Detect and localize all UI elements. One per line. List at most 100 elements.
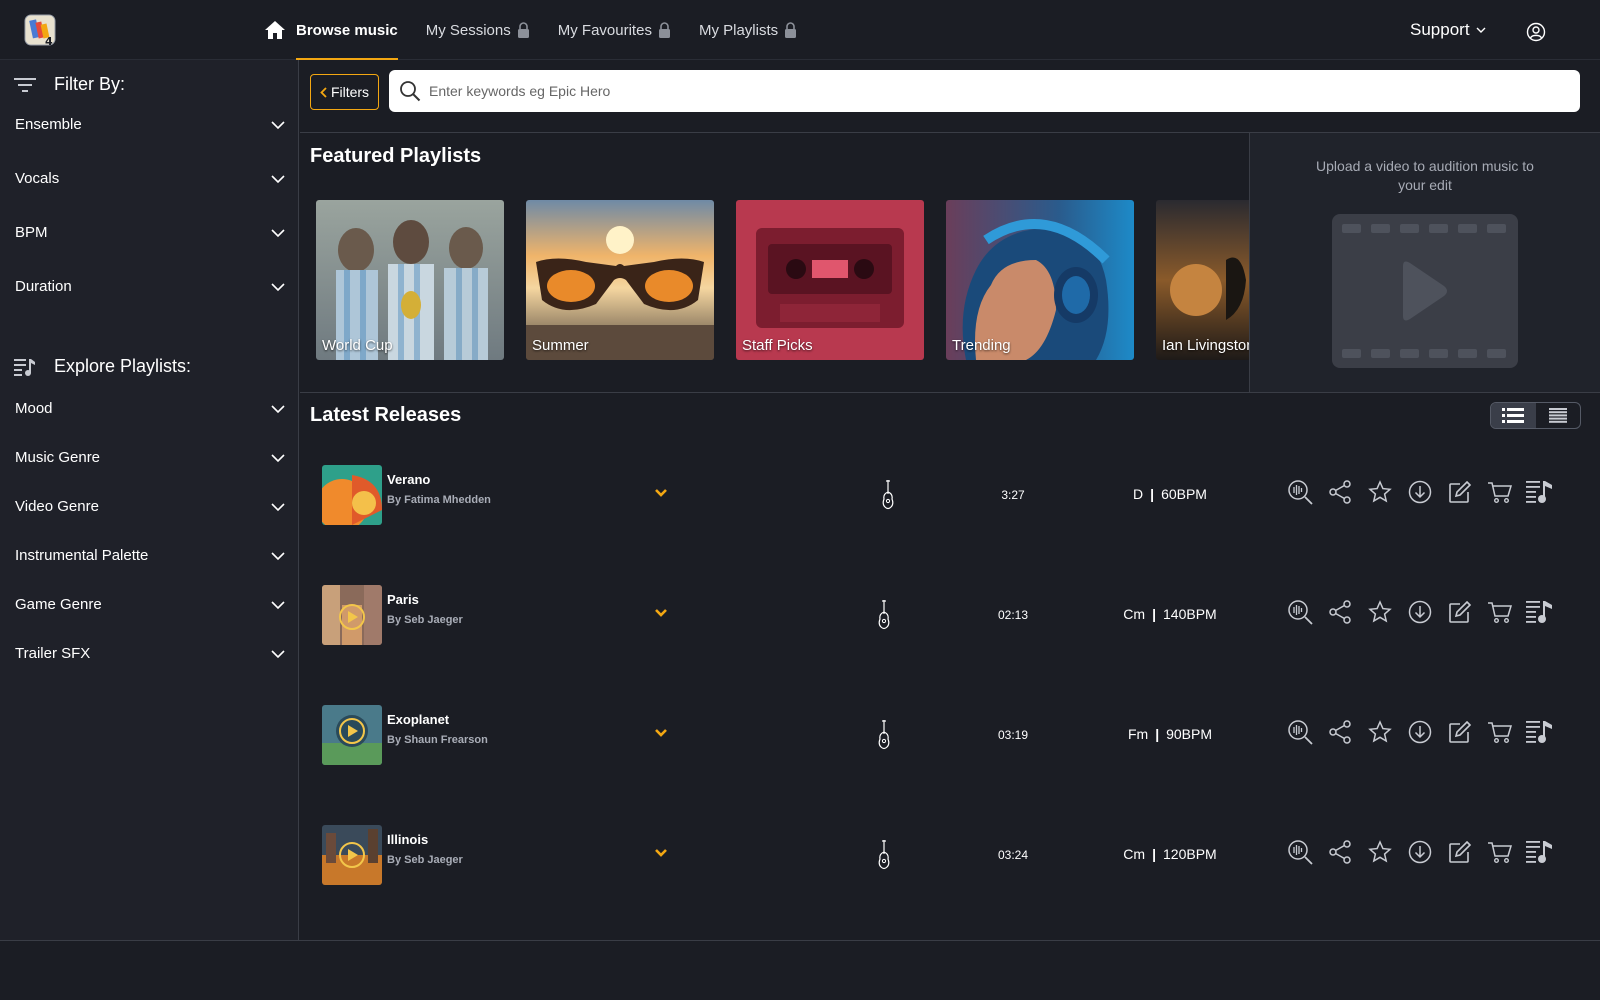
track-key: Fm xyxy=(1127,726,1149,742)
cart-button[interactable] xyxy=(1486,718,1514,746)
track-artwork[interactable] xyxy=(322,585,382,645)
track-artist[interactable]: By Shaun Frearson xyxy=(387,734,488,746)
track-title[interactable]: Verano xyxy=(387,472,430,487)
user-circle-icon[interactable] xyxy=(1526,22,1546,42)
chevron-down-icon[interactable] xyxy=(654,728,668,738)
edit-button[interactable] xyxy=(1446,598,1474,626)
share-button[interactable] xyxy=(1326,838,1354,866)
compact-view-button[interactable] xyxy=(1536,403,1581,428)
add-to-playlist-button[interactable] xyxy=(1526,838,1554,866)
cart-button[interactable] xyxy=(1486,598,1514,626)
add-to-playlist-icon xyxy=(1526,841,1552,863)
favourite-button[interactable] xyxy=(1366,838,1394,866)
filter-lines-icon xyxy=(14,77,36,92)
similar-search-button[interactable] xyxy=(1286,838,1314,866)
chevron-down-icon[interactable] xyxy=(654,848,668,858)
track-artwork[interactable] xyxy=(322,705,382,765)
download-button[interactable] xyxy=(1406,598,1434,626)
track-duration: 03:19 xyxy=(997,728,1029,742)
list-view-icon xyxy=(1502,408,1525,423)
share-button[interactable] xyxy=(1326,598,1354,626)
home-icon[interactable] xyxy=(264,19,286,41)
track-artwork[interactable] xyxy=(322,465,382,525)
explore-playlists-heading: Explore Playlists: xyxy=(14,356,191,377)
edit-button[interactable] xyxy=(1446,838,1474,866)
list-view-button[interactable] xyxy=(1491,403,1536,428)
track-key-bpm: Fm | 90BPM xyxy=(1100,726,1240,742)
track-row: Illinois By Seb Jaeger 03:24 Cm | 120BPM xyxy=(300,816,1600,896)
edit-button[interactable] xyxy=(1446,718,1474,746)
favourite-button[interactable] xyxy=(1366,718,1394,746)
track-title[interactable]: Illinois xyxy=(387,832,428,847)
share-button[interactable] xyxy=(1326,718,1354,746)
support-label: Support xyxy=(1410,20,1470,39)
add-to-playlist-button[interactable] xyxy=(1526,598,1554,626)
download-button[interactable] xyxy=(1406,718,1434,746)
track-title[interactable]: Paris xyxy=(387,592,419,607)
guitar-icon xyxy=(878,720,890,750)
playlist-instrumental-palette[interactable]: Instrumental Palette xyxy=(15,547,285,564)
search-input[interactable] xyxy=(429,83,1529,99)
guitar-icon xyxy=(882,480,894,510)
track-artist[interactable]: By Seb Jaeger xyxy=(387,614,463,626)
video-upload-icon[interactable] xyxy=(1332,214,1518,368)
filter-ensemble[interactable]: Ensemble xyxy=(15,116,285,133)
chevron-down-icon[interactable] xyxy=(654,488,668,498)
playlist-trailer-sfx[interactable]: Trailer SFX xyxy=(15,645,285,662)
playlist-card-ian-livingston[interactable]: Ian Livingston xyxy=(1156,200,1249,360)
playlist-video-genre[interactable]: Video Genre xyxy=(15,498,285,515)
playlist-music-genre[interactable]: Music Genre xyxy=(15,449,285,466)
track-bpm: 120BPM xyxy=(1163,846,1217,862)
cart-icon xyxy=(1488,842,1513,864)
playlist-game-genre[interactable]: Game Genre xyxy=(15,596,285,613)
svg-text:4: 4 xyxy=(45,35,53,48)
filter-vocals[interactable]: Vocals xyxy=(15,170,285,187)
playlist-card-staff-picks[interactable]: Staff Picks xyxy=(736,200,924,360)
cart-button[interactable] xyxy=(1486,478,1514,506)
filter-duration[interactable]: Duration xyxy=(15,278,285,295)
track-title[interactable]: Exoplanet xyxy=(387,712,449,727)
playlist-card-summer[interactable]: Summer xyxy=(526,200,714,360)
filters-button-label: Filters xyxy=(330,84,370,100)
search-icon xyxy=(400,81,421,102)
separator: | xyxy=(1152,846,1156,862)
track-key: Cm xyxy=(1123,606,1146,622)
playlist-mood[interactable]: Mood xyxy=(15,400,285,417)
compact-list-icon xyxy=(1548,408,1567,423)
nav-browse-music-label: Browse music xyxy=(296,21,398,39)
chevron-down-icon xyxy=(271,649,285,658)
share-button[interactable] xyxy=(1326,478,1354,506)
add-to-playlist-icon xyxy=(1526,721,1552,743)
similar-search-button[interactable] xyxy=(1286,478,1314,506)
playlist-card-trending[interactable]: Trending xyxy=(946,200,1134,360)
filters-button[interactable]: Filters xyxy=(310,74,379,110)
favourite-button[interactable] xyxy=(1366,598,1394,626)
staff-picks-image xyxy=(736,200,924,360)
nav-my-favourites[interactable]: My Favourites xyxy=(558,0,671,60)
similar-search-button[interactable] xyxy=(1286,598,1314,626)
nav-my-sessions[interactable]: My Sessions xyxy=(426,0,530,60)
chevron-down-icon[interactable] xyxy=(654,608,668,618)
similar-search-button[interactable] xyxy=(1286,718,1314,746)
filter-bpm[interactable]: BPM xyxy=(15,224,285,241)
add-to-playlist-button[interactable] xyxy=(1526,718,1554,746)
track-artist[interactable]: By Seb Jaeger xyxy=(387,854,463,866)
search-box[interactable] xyxy=(389,70,1580,112)
app-logo[interactable]: 4 xyxy=(24,14,58,48)
download-button[interactable] xyxy=(1406,478,1434,506)
playlist-card-world-cup[interactable]: World Cup xyxy=(316,200,504,360)
favourite-button[interactable] xyxy=(1366,478,1394,506)
nav-my-playlists[interactable]: My Playlists xyxy=(699,0,797,60)
download-button[interactable] xyxy=(1406,838,1434,866)
cart-button[interactable] xyxy=(1486,838,1514,866)
add-to-playlist-button[interactable] xyxy=(1526,478,1554,506)
edit-button[interactable] xyxy=(1446,478,1474,506)
track-artist[interactable]: By Fatima Mhedden xyxy=(387,494,491,506)
track-actions xyxy=(1286,478,1566,506)
chevron-down-icon xyxy=(271,502,285,511)
similar-search-icon xyxy=(1288,600,1313,625)
track-bpm: 140BPM xyxy=(1163,606,1217,622)
track-artwork[interactable] xyxy=(322,825,382,885)
nav-browse-music[interactable]: Browse music xyxy=(296,0,398,60)
support-menu[interactable]: Support xyxy=(1410,20,1486,40)
